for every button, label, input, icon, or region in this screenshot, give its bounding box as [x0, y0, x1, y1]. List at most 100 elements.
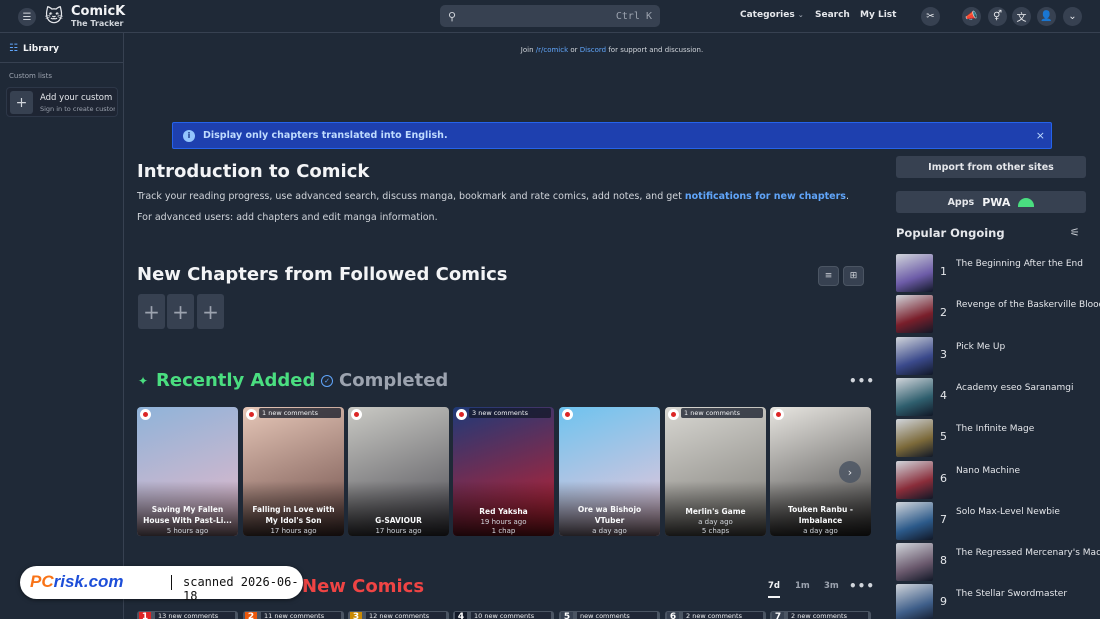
card-meta: 17 hours ago: [270, 527, 317, 535]
more-options-icon[interactable]: •••: [849, 579, 875, 593]
intro-title: Introduction to Comick: [137, 161, 370, 182]
tools-icon[interactable]: ✂: [921, 7, 940, 26]
logo-part-b: risk.com: [53, 572, 124, 591]
rank-number: 5: [561, 612, 573, 619]
popular-rank: 3: [940, 347, 947, 361]
tab-7d[interactable]: 7d: [768, 581, 780, 598]
tab-3m[interactable]: 3m: [824, 581, 839, 591]
reddit-link[interactable]: /r/comick: [536, 46, 568, 54]
rank-number: 4: [455, 612, 467, 619]
comic-card[interactable]: Ore wa Bishojo VTuber a day ago: [559, 407, 660, 536]
popular-item[interactable]: 6 Nano Machine: [896, 460, 1100, 499]
nav-categories[interactable]: Categories ⌄: [740, 10, 804, 20]
comic-card[interactable]: Saving My Fallen House With Past-Li... 5 h…: [137, 407, 238, 536]
tab-1m[interactable]: 1m: [795, 581, 810, 591]
custom-lists-heading: Custom lists: [9, 72, 52, 80]
apps-pwa-button[interactable]: Apps PWA: [896, 191, 1086, 213]
popular-name: The Beginning After the End: [956, 259, 1083, 269]
chevron-down-icon[interactable]: ⌄: [1063, 7, 1082, 26]
popular-name: Academy eseo Saranamgi: [956, 382, 1074, 393]
comments-badge: 2 new comments: [683, 612, 763, 619]
gender-icon[interactable]: ⚥: [988, 7, 1007, 26]
comic-card[interactable]: 3 new comments Red Yaksha 19 hours ago 1 ch…: [453, 407, 554, 536]
brand-title: ComicK: [71, 4, 126, 19]
followed-placeholder: +: [167, 294, 194, 329]
card-meta: 17 hours ago: [375, 527, 422, 535]
logo-part-a: PC: [30, 572, 54, 591]
popular-name: Solo Max-Level Newbie: [956, 506, 1060, 517]
nav-search[interactable]: Search: [815, 10, 850, 20]
pcrisk-logo: PCrisk.com: [30, 572, 124, 592]
menu-icon[interactable]: ☰: [18, 8, 36, 26]
search-icon: ⚲: [448, 9, 457, 23]
new-comic-card[interactable]: 7 2 new comments: [770, 611, 871, 619]
list-view-icon[interactable]: ≡: [818, 266, 839, 286]
card-title-line-2: Imbalance: [798, 516, 843, 525]
popular-item[interactable]: 5 The Infinite Mage: [896, 419, 1100, 458]
alert-text[interactable]: Display only chapters translated into En…: [203, 130, 448, 141]
import-button[interactable]: Import from other sites: [896, 156, 1086, 178]
user-icon[interactable]: 👤: [1037, 7, 1056, 26]
add-list-subtitle: Sign in to create custom lists: [40, 105, 115, 113]
new-comic-card[interactable]: 6 2 new comments: [665, 611, 766, 619]
card-time: a day ago: [698, 518, 733, 526]
popular-rank: 7: [940, 512, 947, 526]
comic-thumbnail: [896, 460, 933, 499]
comic-card[interactable]: 1 new comments Merlin's Game a day ago 5 ch…: [665, 407, 766, 536]
brand[interactable]: ComicK The Tracker: [71, 5, 125, 28]
new-comic-card[interactable]: 1 13 new comments: [137, 611, 238, 619]
plus-icon: +: [10, 91, 33, 114]
translate-icon[interactable]: 文: [1012, 7, 1031, 26]
comic-card[interactable]: G-SAVIOUR 17 hours ago: [348, 407, 449, 536]
close-icon[interactable]: ×: [1036, 129, 1045, 142]
filter-icon[interactable]: ⚟: [1070, 226, 1080, 239]
popular-item[interactable]: 7 Solo Max-Level Newbie: [896, 501, 1100, 540]
comic-thumbnail: [896, 295, 933, 334]
new-comics-title: New Comics: [302, 576, 425, 597]
tab-completed[interactable]: Completed: [339, 370, 448, 391]
chevron-right-icon[interactable]: ›: [839, 461, 861, 483]
search-bar[interactable]: ⚲ Ctrl K: [440, 5, 660, 27]
comments-badge: 11 new comments: [261, 612, 341, 619]
popular-rank: 5: [940, 430, 947, 444]
nav-my-list[interactable]: My List: [860, 10, 896, 20]
followed-placeholder: +: [197, 294, 224, 329]
popular-item[interactable]: 4 Academy eseo Saranamgi: [896, 377, 1100, 416]
megaphone-icon[interactable]: 📣: [962, 7, 981, 26]
comments-badge: 10 new comments: [471, 612, 551, 619]
discord-link[interactable]: Discord: [580, 46, 606, 54]
card-meta: 5 chaps: [701, 527, 730, 535]
card-title-line-2: Red Yaksha: [479, 507, 528, 516]
new-comic-card[interactable]: 3 12 new comments: [348, 611, 449, 619]
popular-rank: 6: [940, 471, 947, 485]
intro-advanced: For advanced users: add chapters and edi…: [137, 212, 438, 223]
comick-logo-icon[interactable]: 🐱: [43, 4, 65, 28]
new-comic-card[interactable]: 2 11 new comments: [243, 611, 344, 619]
popular-item[interactable]: 8 The Regressed Mercenary's Machinations: [896, 543, 1100, 582]
new-comic-card[interactable]: 4 10 new comments: [453, 611, 554, 619]
comments-badge: 1 new comments: [681, 408, 763, 418]
grid-view-icon[interactable]: ⊞: [843, 266, 864, 286]
tab-recently-added[interactable]: Recently Added: [156, 370, 315, 391]
notifications-link[interactable]: notifications for new chapters: [685, 191, 846, 202]
new-comic-card[interactable]: 5 new comments: [559, 611, 660, 619]
popular-item[interactable]: 2 Revenge of the Baskerville Bloodhound: [896, 295, 1100, 334]
divider: [0, 62, 123, 63]
comments-badge: 13 new comments: [155, 612, 235, 619]
card-title-line-1: Ore wa Bishojo: [577, 505, 642, 514]
popular-item[interactable]: 9 The Stellar Swordmaster: [896, 584, 1100, 619]
nav-categories-label: Categories: [740, 10, 795, 20]
join-post: for support and discussion.: [608, 46, 704, 54]
add-custom-list-button[interactable]: + Add your custom list Sign in to create…: [6, 87, 118, 117]
chevron-down-icon: ⌄: [797, 11, 804, 19]
pwa-label: PWA: [982, 195, 1011, 209]
intro-paragraph: Track your reading progress, use advance…: [137, 191, 849, 202]
flag-icon: [246, 409, 257, 420]
card-title: Merlin's Game: [667, 495, 764, 517]
comic-card[interactable]: 1 new comments Falling in Love with My Ido…: [243, 407, 344, 536]
more-options-icon[interactable]: •••: [849, 374, 875, 388]
join-pre: Join: [520, 46, 534, 54]
comments-badge: 2 new comments: [788, 612, 868, 619]
popular-item[interactable]: 3 Pick Me Up: [896, 336, 1100, 375]
popular-item[interactable]: 1 The Beginning After the End: [896, 254, 1100, 292]
